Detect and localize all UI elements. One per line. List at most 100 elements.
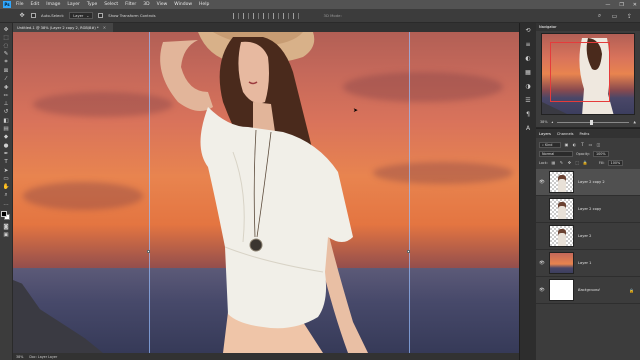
layer-row[interactable]: 👁 Layer 2 copy: [536, 196, 640, 223]
clone-stamp-tool-icon[interactable]: ⊥: [2, 101, 11, 108]
layer-row[interactable]: 👁 Layer 1: [536, 250, 640, 277]
color-swatches[interactable]: [1, 211, 11, 221]
fill-field[interactable]: 100%: [607, 159, 624, 166]
canvas[interactable]: ➤: [13, 32, 519, 353]
guide-line[interactable]: [409, 32, 410, 353]
hand-tool-icon[interactable]: ✋: [2, 184, 11, 191]
layer-row[interactable]: 👁 Background 🔒: [536, 277, 640, 304]
pen-tool-icon[interactable]: ✒: [2, 150, 11, 157]
dodge-tool-icon[interactable]: ●: [2, 142, 11, 149]
close-window-button[interactable]: ✕: [633, 2, 637, 8]
move-tool-icon[interactable]: ✥: [18, 12, 26, 20]
transform-handle[interactable]: [407, 250, 410, 253]
navigator-thumbnail[interactable]: [541, 33, 635, 115]
auto-select-dropdown[interactable]: Layer ⌄: [69, 12, 94, 19]
eyedropper-tool-icon[interactable]: ⁄: [2, 76, 11, 83]
screen-mode-icon[interactable]: ▣: [2, 232, 11, 239]
menu-image[interactable]: Image: [46, 2, 60, 7]
adjustment-filter-icon[interactable]: ◐: [572, 142, 577, 147]
distribute-icon[interactable]: [292, 12, 299, 19]
visibility-eye-icon[interactable]: 👁: [539, 261, 545, 266]
maximize-button[interactable]: ❐: [619, 2, 623, 8]
minimize-button[interactable]: —: [605, 2, 610, 8]
workspace-icon[interactable]: ▭: [610, 12, 619, 20]
move-tool-icon[interactable]: ✥: [2, 26, 11, 33]
lock-position-icon[interactable]: ✥: [567, 160, 572, 165]
quick-mask-icon[interactable]: ◙: [2, 223, 11, 230]
guide-line[interactable]: [149, 32, 150, 353]
type-tool-icon[interactable]: T: [2, 159, 11, 166]
paragraph-icon[interactable]: ¶: [524, 110, 533, 119]
frame-tool-icon[interactable]: ⊠: [2, 67, 11, 74]
visibility-eye-icon[interactable]: 👁: [539, 180, 545, 185]
opacity-field[interactable]: 100%: [592, 150, 609, 157]
blend-mode-dropdown[interactable]: Normal: [539, 150, 573, 157]
blur-tool-icon[interactable]: ◆: [2, 134, 11, 141]
menu-3d[interactable]: 3D: [143, 2, 149, 7]
swatches-icon[interactable]: ▦: [524, 68, 533, 77]
libraries-icon[interactable]: ☰: [524, 96, 533, 105]
zoom-out-icon[interactable]: ▴: [552, 120, 554, 124]
history-icon[interactable]: ⟲: [524, 26, 533, 35]
layer-row[interactable]: 👁 Layer 2: [536, 223, 640, 250]
smart-object-filter-icon[interactable]: ◫: [596, 142, 601, 147]
lock-transparent-icon[interactable]: ▦: [551, 160, 556, 165]
navigator-view-box[interactable]: [550, 42, 610, 102]
zoom-readout[interactable]: 38%: [16, 355, 23, 359]
show-transform-checkbox[interactable]: [98, 13, 104, 18]
type-filter-icon[interactable]: T: [580, 142, 585, 147]
menu-layer[interactable]: Layer: [67, 2, 80, 7]
zoom-tool-icon[interactable]: ⌕: [2, 192, 11, 199]
tab-paths[interactable]: Paths: [580, 132, 590, 136]
history-brush-tool-icon[interactable]: ↺: [2, 109, 11, 116]
layer-name[interactable]: Layer 2 copy 2: [578, 180, 640, 184]
layer-name[interactable]: Layer 2 copy: [578, 207, 640, 211]
menu-window[interactable]: Window: [174, 2, 192, 7]
align-middle-icon[interactable]: [272, 12, 279, 19]
marquee-tool-icon[interactable]: ⬚: [2, 34, 11, 41]
lock-artboard-icon[interactable]: ⬚: [575, 160, 580, 165]
visibility-eye-icon[interactable]: 👁: [539, 288, 545, 293]
share-icon[interactable]: ⇪: [625, 12, 634, 20]
rectangle-tool-icon[interactable]: ▭: [2, 175, 11, 182]
crop-tool-icon[interactable]: ⌗: [2, 59, 11, 66]
zoom-slider-thumb[interactable]: [589, 119, 593, 125]
navigator-zoom-value[interactable]: 38%: [540, 120, 548, 124]
tab-navigator[interactable]: Navigator: [539, 25, 557, 29]
zoom-in-icon[interactable]: ▲: [633, 120, 636, 124]
lock-all-icon[interactable]: 🔒: [583, 160, 588, 165]
document-tab[interactable]: Untitled-1 @ 38% (Layer 2 copy 2, RGB/8#…: [13, 23, 113, 32]
color-icon[interactable]: ◐: [524, 54, 533, 63]
align-right-icon[interactable]: [252, 12, 259, 19]
foreground-color-swatch[interactable]: [1, 211, 7, 218]
tab-channels[interactable]: Channels: [557, 132, 574, 136]
filter-kind-dropdown[interactable]: ⌕ Kind: [539, 141, 561, 148]
close-icon[interactable]: ✕: [103, 25, 106, 30]
menu-type[interactable]: Type: [87, 2, 97, 7]
align-center-icon[interactable]: [242, 12, 249, 19]
menu-filter[interactable]: Filter: [125, 2, 136, 7]
align-left-icon[interactable]: [232, 12, 239, 19]
tab-layers[interactable]: Layers: [539, 132, 551, 136]
menu-view[interactable]: View: [157, 2, 168, 7]
adjustments-icon[interactable]: ◑: [524, 82, 533, 91]
lasso-tool-icon[interactable]: ◌: [2, 43, 11, 50]
brush-tool-icon[interactable]: ✏: [2, 92, 11, 99]
search-icon[interactable]: ⌕: [595, 12, 604, 20]
menu-edit[interactable]: Edit: [31, 2, 40, 7]
character-icon[interactable]: A: [524, 124, 533, 133]
healing-brush-tool-icon[interactable]: ✚: [2, 84, 11, 91]
properties-icon[interactable]: ≡: [524, 40, 533, 49]
lock-image-icon[interactable]: ✎: [559, 160, 564, 165]
layer-name[interactable]: Background: [578, 288, 625, 292]
zoom-slider[interactable]: [557, 119, 630, 125]
shape-filter-icon[interactable]: ▭: [588, 142, 593, 147]
menu-select[interactable]: Select: [104, 2, 118, 7]
menu-file[interactable]: File: [16, 2, 24, 7]
auto-select-checkbox[interactable]: [31, 13, 36, 18]
more-tools-icon[interactable]: …: [2, 200, 11, 207]
gradient-tool-icon[interactable]: ▤: [2, 126, 11, 133]
transform-handle[interactable]: [147, 250, 150, 253]
path-select-tool-icon[interactable]: ➤: [2, 167, 11, 174]
pixel-filter-icon[interactable]: ▣: [564, 142, 569, 147]
